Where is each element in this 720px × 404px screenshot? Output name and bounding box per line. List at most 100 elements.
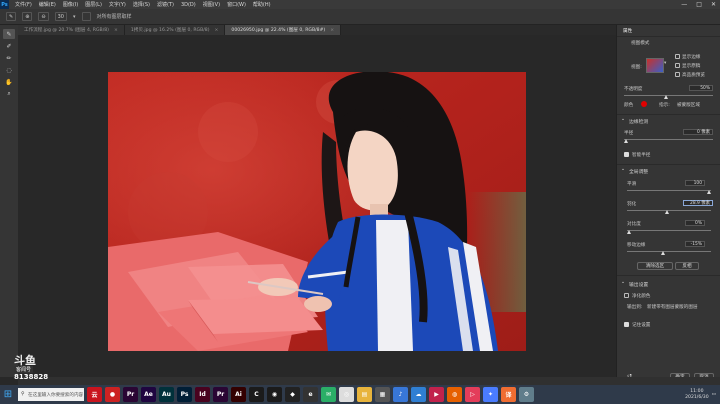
indicates-select[interactable]: 被蒙版区域 bbox=[677, 102, 700, 108]
brush-tool-icon[interactable]: ✏ bbox=[3, 53, 15, 63]
high-quality-checkbox[interactable] bbox=[675, 72, 680, 77]
taskbar-app-icon[interactable]: Id bbox=[195, 387, 210, 402]
document-tab[interactable]: 工作流程.jpg @ 20.7% (图层 4, RGB/8) × bbox=[18, 25, 125, 35]
chevron-down-icon[interactable]: ▾ bbox=[73, 14, 76, 20]
clear-selection-button[interactable]: 清除选区 bbox=[637, 262, 673, 270]
shift-edge-field[interactable]: -15% bbox=[685, 241, 705, 247]
document-canvas-image[interactable] bbox=[108, 72, 526, 351]
taskbar-app-icon[interactable]: Pr bbox=[123, 387, 138, 402]
taskbar-app-icon[interactable]: ◆ bbox=[285, 387, 300, 402]
menu-item-help[interactable]: 帮助(H) bbox=[253, 1, 271, 8]
brush-size-field[interactable]: 30 bbox=[54, 12, 67, 21]
menu-item-edit[interactable]: 编辑(E) bbox=[39, 1, 56, 8]
windows-start-icon[interactable]: ⊞ bbox=[0, 385, 16, 404]
chevron-down-icon[interactable]: ⌄ bbox=[621, 167, 625, 172]
menu-item-layer[interactable]: 图层(L) bbox=[85, 1, 102, 8]
radius-field[interactable]: 0 像素 bbox=[683, 129, 713, 135]
show-original-checkbox[interactable] bbox=[675, 63, 680, 68]
taskbar-app-icon[interactable]: e bbox=[303, 387, 318, 402]
taskbar-app-icon[interactable]: ☁ bbox=[411, 387, 426, 402]
opacity-slider-track[interactable] bbox=[624, 95, 713, 96]
notification-icon[interactable]: ▭ bbox=[712, 392, 716, 397]
output-to-label: 输出到: bbox=[627, 305, 643, 310]
close-tab-icon[interactable]: × bbox=[215, 28, 219, 33]
taskbar-app-icon[interactable]: 云 bbox=[87, 387, 102, 402]
show-edges-checkbox[interactable] bbox=[675, 54, 680, 59]
quick-selection-tool-icon[interactable]: ✎ bbox=[3, 29, 15, 39]
close-tab-icon[interactable]: × bbox=[330, 28, 334, 33]
section-global-refinement[interactable]: 全局调整 bbox=[629, 168, 648, 175]
radius-slider-knob[interactable] bbox=[624, 139, 628, 143]
chevron-down-icon[interactable]: ⌄ bbox=[621, 117, 625, 122]
zoom-tool-icon[interactable]: ⌕ bbox=[3, 89, 15, 99]
section-output-settings[interactable]: 输出设置 bbox=[629, 281, 648, 288]
feather-slider-knob[interactable] bbox=[665, 210, 669, 214]
sample-all-layers-checkbox[interactable] bbox=[81, 12, 91, 21]
taskbar-app-icon[interactable]: Ps bbox=[177, 387, 192, 402]
opacity-slider-knob[interactable] bbox=[664, 95, 668, 99]
mask-color-swatch[interactable] bbox=[641, 101, 647, 107]
menu-item-image[interactable]: 图像(I) bbox=[63, 1, 78, 8]
feather-slider-track[interactable] bbox=[627, 210, 711, 211]
add-to-selection-icon[interactable]: ⊕ bbox=[22, 12, 33, 21]
contrast-field[interactable]: 0% bbox=[685, 220, 705, 226]
close-tab-icon[interactable]: × bbox=[114, 28, 118, 33]
contrast-slider-track[interactable] bbox=[627, 230, 711, 231]
chevron-down-icon[interactable]: ▾ bbox=[664, 61, 666, 66]
taskbar-app-icon[interactable]: ⚙ bbox=[519, 387, 534, 402]
contrast-slider-knob[interactable] bbox=[627, 230, 631, 234]
taskbar-app-icon[interactable]: ▤ bbox=[357, 387, 372, 402]
taskbar-app-icon[interactable]: ▶ bbox=[429, 387, 444, 402]
document-tab[interactable]: 1拷贝.jpg @ 16.2% (图层 0, RGB/8) × bbox=[124, 25, 226, 35]
view-mode-thumbnail[interactable] bbox=[646, 58, 664, 73]
taskbar-app-icon[interactable]: ◎ bbox=[339, 387, 354, 402]
feather-field[interactable]: 28.9 像素 bbox=[683, 200, 713, 206]
taskbar-app-icon[interactable]: Pr bbox=[213, 387, 228, 402]
taskbar-app-icon[interactable]: ✦ bbox=[483, 387, 498, 402]
document-tab-active[interactable]: 00026950.jpg @ 22.4% (图层 0, RGB/8#) × bbox=[225, 25, 342, 35]
section-edge-detection[interactable]: 边缘检测 bbox=[629, 118, 648, 125]
hand-tool-icon[interactable]: ✋ bbox=[3, 77, 15, 87]
taskbar-app-icon[interactable]: 译 bbox=[501, 387, 516, 402]
smooth-slider-track[interactable] bbox=[627, 190, 711, 191]
lasso-tool-icon[interactable]: ◌ bbox=[3, 65, 15, 75]
opacity-field[interactable]: 50% bbox=[689, 85, 713, 91]
output-to-select[interactable]: 新建带有图层蒙版的图层 bbox=[647, 304, 698, 310]
menu-item-window[interactable]: 窗口(W) bbox=[227, 1, 246, 8]
subtract-from-selection-icon[interactable]: ⊖ bbox=[38, 12, 49, 21]
decontaminate-checkbox[interactable] bbox=[624, 293, 629, 298]
menu-item-view[interactable]: 视图(V) bbox=[203, 1, 220, 8]
taskbar-app-icon[interactable]: ▦ bbox=[375, 387, 390, 402]
smooth-slider-knob[interactable] bbox=[707, 190, 711, 194]
chevron-down-icon[interactable]: ⌄ bbox=[621, 280, 625, 285]
taskbar-app-icon[interactable]: ◉ bbox=[267, 387, 282, 402]
smart-radius-checkbox[interactable] bbox=[624, 152, 629, 157]
brush-tool-preset-icon[interactable]: ✎ bbox=[6, 12, 17, 21]
taskbar-app-icon[interactable]: Ai bbox=[231, 387, 246, 402]
menu-item-type[interactable]: 文字(Y) bbox=[109, 1, 126, 8]
maximize-icon[interactable]: □ bbox=[696, 1, 702, 8]
invert-button[interactable]: 反相 bbox=[675, 262, 699, 270]
refine-edge-brush-icon[interactable]: ✐ bbox=[3, 41, 15, 51]
smooth-field[interactable]: 100 bbox=[685, 180, 705, 186]
menu-item-select[interactable]: 选择(S) bbox=[133, 1, 150, 8]
taskbar-app-icon[interactable]: ✉ bbox=[321, 387, 336, 402]
close-icon[interactable]: ✕ bbox=[711, 1, 716, 8]
shift-edge-slider-knob[interactable] bbox=[661, 251, 665, 255]
taskbar-app-icon[interactable]: ◍ bbox=[447, 387, 462, 402]
minimize-icon[interactable]: — bbox=[681, 1, 687, 8]
taskbar-app-icon[interactable]: Ae bbox=[141, 387, 156, 402]
remember-settings-checkbox[interactable] bbox=[624, 322, 629, 327]
radius-slider-track[interactable] bbox=[624, 139, 713, 140]
taskbar-app-icon[interactable]: ● bbox=[105, 387, 120, 402]
taskbar-app-icon[interactable]: Au bbox=[159, 387, 174, 402]
taskbar-app-icon[interactable]: ▷ bbox=[465, 387, 480, 402]
taskbar-app-icon[interactable]: C bbox=[249, 387, 264, 402]
taskbar-search-input[interactable]: ⚲ 在这里输入你要搜索的内容 bbox=[18, 388, 84, 401]
menu-item-filter[interactable]: 滤镜(T) bbox=[157, 1, 174, 8]
panel-tab-properties[interactable]: 属性 bbox=[623, 28, 632, 34]
shift-edge-slider-track[interactable] bbox=[627, 251, 711, 252]
menu-item-file[interactable]: 文件(F) bbox=[15, 1, 32, 8]
taskbar-app-icon[interactable]: ♪ bbox=[393, 387, 408, 402]
menu-item-3d[interactable]: 3D(D) bbox=[181, 2, 196, 8]
